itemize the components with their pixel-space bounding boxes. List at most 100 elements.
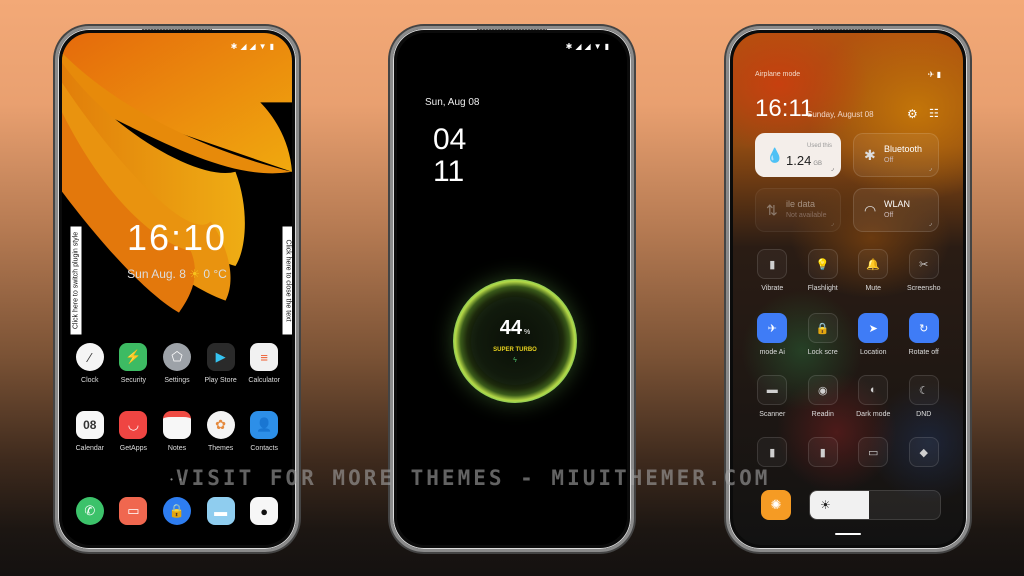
bluetooth-icon: ✱	[565, 42, 573, 51]
settings-gear-icon[interactable]: ⚙	[907, 107, 918, 121]
toggle-lock[interactable]: 🔒 Lock scre	[798, 313, 849, 356]
toggle-battery-saver[interactable]: ▮	[747, 437, 798, 467]
data-value: 1.24	[786, 153, 812, 168]
rotate-icon: ↻	[908, 313, 939, 343]
app-label: Security	[120, 377, 147, 384]
mobile-data-status: Not available	[786, 212, 827, 219]
data-usage-tile[interactable]: 💧 Used this 1.24 GB ◞	[755, 133, 841, 177]
lock-icon: 🔒	[162, 497, 191, 525]
app-label: Contacts	[250, 445, 278, 452]
battery-percent-value: 44	[499, 317, 522, 339]
app-gallery[interactable]: ▬	[199, 497, 243, 525]
toggle-label: Screensho	[907, 285, 941, 292]
app-getapps[interactable]: ◡ GetApps	[112, 411, 156, 452]
bluetooth-title: Bluetooth	[884, 144, 923, 154]
wlan-status: Off	[884, 212, 894, 219]
charging-animation: 44% SUPER TURBO ϟ	[453, 279, 577, 403]
toggle-label: Scanner	[759, 411, 786, 418]
app-security[interactable]: ⚡ Security	[112, 343, 156, 384]
camera-icon: ●	[250, 497, 279, 525]
toggle-location[interactable]: ➤ Location	[848, 313, 899, 356]
toggle-bell[interactable]: 🔔 Mute	[848, 249, 899, 292]
app-play-store[interactable]: ▶ Play Store	[199, 343, 243, 384]
toggle-airplane[interactable]: ✈ mode Ai	[747, 313, 798, 356]
toggle-label: Vibrate	[761, 285, 784, 292]
watermark-text: VISIT FOR MORE THEMES - MIUITHEMER.COM	[176, 466, 771, 490]
messages-icon: ▭	[119, 497, 148, 525]
app-clock[interactable]: ⁄ Clock	[68, 343, 112, 384]
app-label: Play Store	[204, 377, 237, 384]
temperature-text: 0 °C	[203, 267, 227, 281]
edit-tiles-icon[interactable]: ☷	[929, 107, 939, 120]
toggle-label: Readin	[811, 411, 834, 418]
toggle-nearby-share[interactable]: ◆	[899, 437, 950, 467]
toggle-dark-mode[interactable]: ◐ Dark mode	[848, 375, 899, 418]
carrier-status: Airplane mode	[755, 71, 801, 78]
signal-icon: ◢	[575, 42, 582, 51]
bluetooth-tile[interactable]: ✱ Bluetooth Off ◞	[853, 133, 939, 177]
gear-icon: ⬠	[162, 343, 191, 371]
mobile-data-icon: ⇅	[766, 202, 778, 218]
wlan-tile[interactable]: ◠ WLAN Off ◞	[853, 188, 939, 232]
flashlight-icon: 💡	[807, 249, 838, 279]
expand-corner-icon: ◞	[831, 165, 834, 172]
app-label: Clock	[81, 377, 99, 384]
app-grid-row-2: 08 Calendar ◡ GetApps Notes ✿ Themes 👤 Contacts	[68, 411, 286, 452]
calendar-icon: 08	[75, 411, 104, 439]
aod-date: Sun, Aug 08	[425, 97, 480, 108]
auto-brightness-button[interactable]: ✺	[761, 490, 791, 520]
toggle-rotate[interactable]: ↻ Rotate off	[899, 313, 950, 356]
app-label: Calendar	[75, 445, 104, 452]
toggle-label: DND	[916, 411, 932, 418]
toggle-scissors[interactable]: ✂ Screensho	[899, 249, 950, 292]
auto-brightness-icon: ✺	[770, 497, 782, 512]
toggle-label: Flashlight	[807, 285, 838, 292]
mobile-data-tile[interactable]: ⇅ ile data Not available ◞	[755, 188, 841, 232]
app-messages[interactable]: ▭	[112, 497, 156, 525]
scanner-icon: ▬	[757, 375, 788, 405]
status-bar: ✱ ◢ ◢ ▼ ▮	[231, 43, 274, 51]
bluetooth-icon: ✱	[864, 147, 876, 163]
toggle-moon[interactable]: ☾ DND	[899, 375, 950, 418]
toggle-cast[interactable]: ▭	[848, 437, 899, 467]
contacts-icon: 👤	[250, 411, 279, 439]
scissors-icon: ✂	[908, 249, 939, 279]
app-lock[interactable]: 🔒	[155, 497, 199, 525]
app-notes[interactable]: Notes	[155, 411, 199, 452]
data-unit: GB	[813, 161, 822, 167]
quick-toggles-row-1: ▮ Vibrate 💡 Flashlight 🔔 Mute ✂ Screensho	[747, 249, 949, 292]
app-calculator[interactable]: ≡ Calculator	[242, 343, 286, 384]
app-phone[interactable]: ✆	[68, 497, 112, 525]
bell-icon: 🔔	[858, 249, 889, 279]
toggle-ultra-battery[interactable]: ▮	[798, 437, 849, 467]
app-camera[interactable]: ●	[242, 497, 286, 525]
sun-icon: ☀	[189, 267, 200, 281]
toggle-label: Location	[860, 349, 887, 356]
dark-mode-icon: ◐	[858, 375, 889, 405]
app-label: Settings	[164, 377, 190, 384]
app-label: Calculator	[248, 377, 280, 384]
brightness-slider[interactable]: ☀	[809, 490, 941, 520]
percent-sign: %	[524, 329, 531, 336]
wallpaper	[62, 33, 292, 541]
toggle-eye[interactable]: ◉ Readin	[798, 375, 849, 418]
bluetooth-status: Off	[884, 157, 894, 164]
toggle-label: Rotate off	[908, 349, 939, 356]
app-themes[interactable]: ✿ Themes	[199, 411, 243, 452]
toggle-flashlight[interactable]: 💡 Flashlight	[798, 249, 849, 292]
dock: ✆ ▭ 🔒 ▬ ●	[68, 497, 286, 525]
expand-corner-icon: ◞	[929, 220, 932, 227]
toggle-scanner[interactable]: ▬ Scanner	[747, 375, 798, 418]
app-contacts[interactable]: 👤 Contacts	[242, 411, 286, 452]
bluetooth-icon: ✱	[230, 42, 238, 51]
toggle-vibrate[interactable]: ▮ Vibrate	[747, 249, 798, 292]
app-calendar[interactable]: 08 Calendar	[68, 411, 112, 452]
cc-time: 16:11	[755, 95, 814, 122]
home-indicator[interactable]	[835, 533, 861, 535]
clock-widget-date: Sun Aug. 8 ☀ 0 °C	[62, 267, 292, 281]
clock-widget-time: 16:10	[126, 217, 228, 258]
moon-icon: ☾	[908, 375, 939, 405]
wlan-title: WLAN	[884, 199, 911, 209]
app-settings[interactable]: ⬠ Settings	[155, 343, 199, 384]
expand-corner-icon: ◞	[929, 165, 932, 172]
